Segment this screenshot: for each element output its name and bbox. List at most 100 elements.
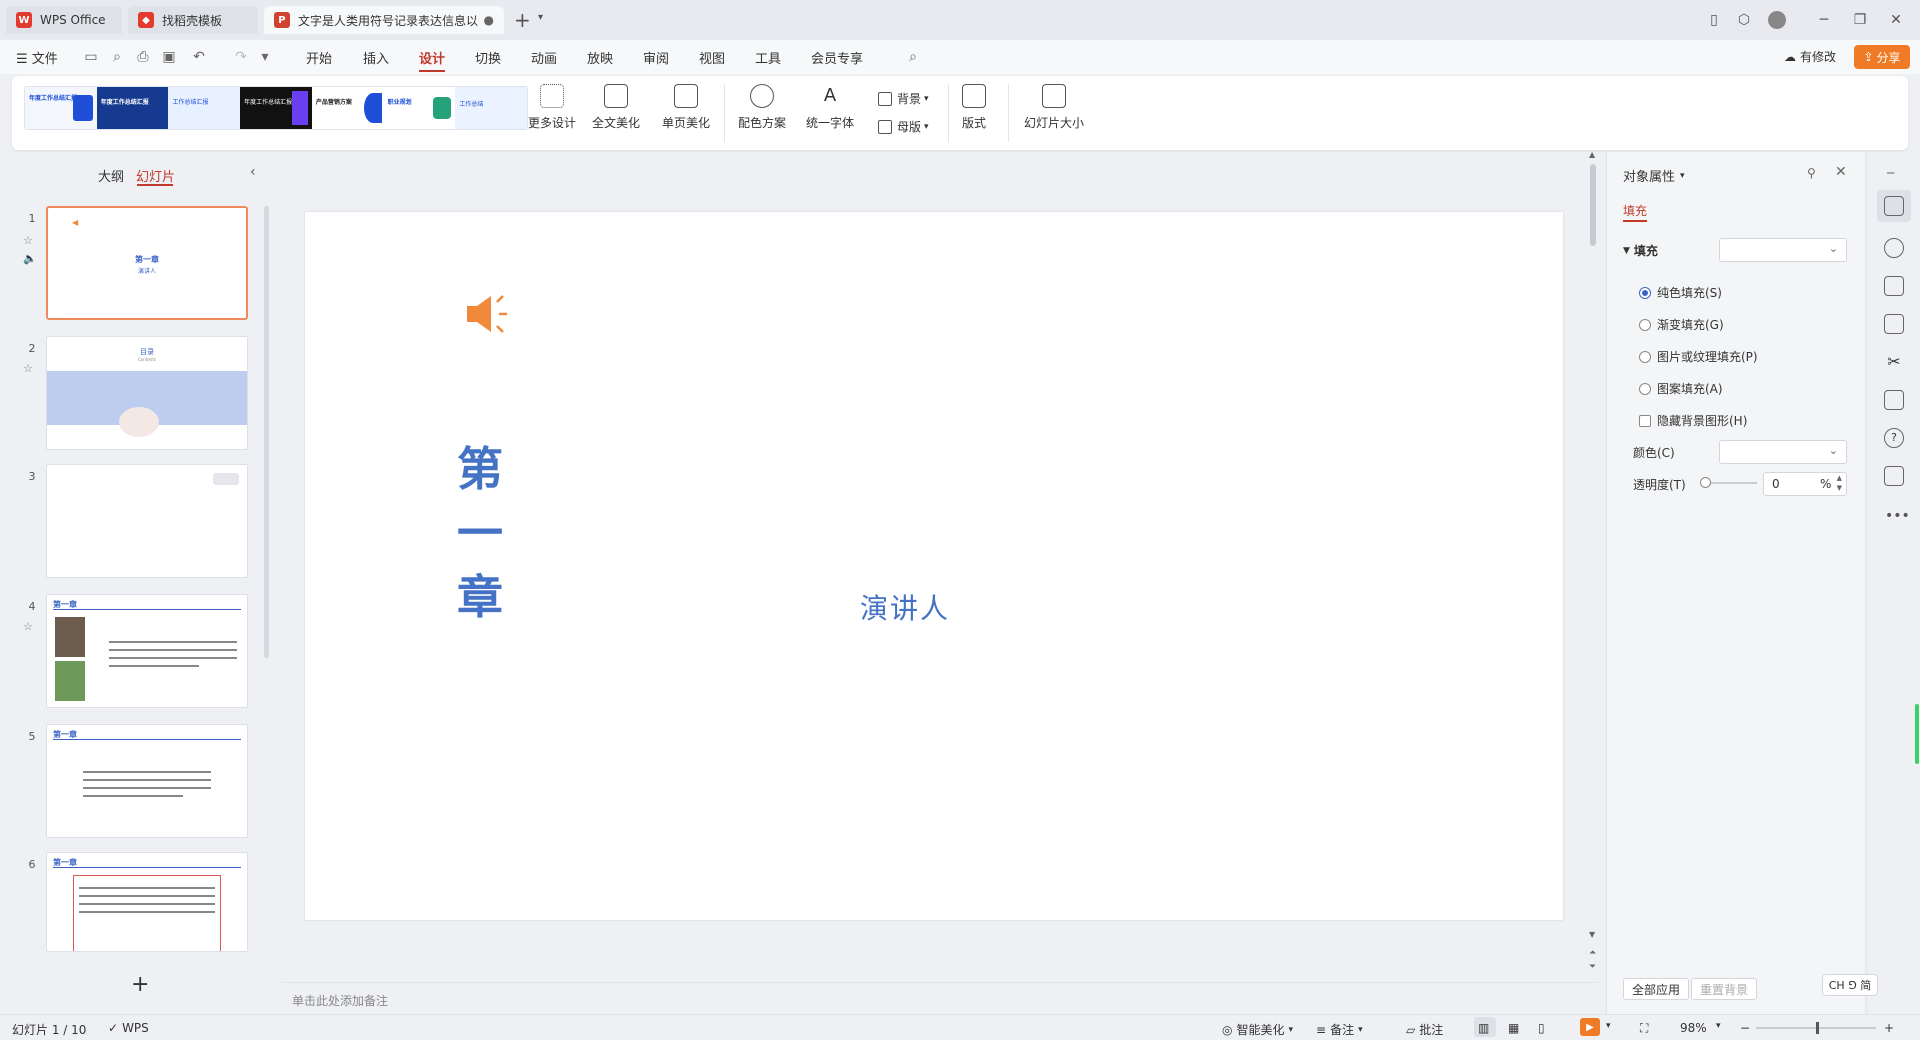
slide-title[interactable]: 第一章 <box>435 437 525 629</box>
new-tab-button[interactable]: + <box>514 8 531 32</box>
prev-slide-icon[interactable]: ⏶ <box>1589 948 1596 958</box>
unify-font-button[interactable]: A 统一字体 <box>806 84 854 131</box>
smart-beautify-button[interactable]: ◎ 智能美化 ▾ <box>1222 1021 1293 1038</box>
layout-icon[interactable]: ▯ <box>1704 10 1724 30</box>
star-icon[interactable]: ☆ <box>23 620 33 633</box>
menu-tools[interactable]: 工具 <box>755 48 781 67</box>
transparency-input[interactable]: 0 % ▲ ▼ <box>1763 472 1847 496</box>
notes-button[interactable]: ≡ 备注 ▾ <box>1316 1021 1363 1038</box>
panel-scrollbar[interactable] <box>264 206 269 658</box>
close-icon[interactable]: ✕ <box>1835 164 1847 180</box>
master-button[interactable]: 母版 ▾ <box>878 118 929 135</box>
collapse-panel-icon[interactable]: ‹ <box>250 164 256 180</box>
slide-thumbnail-2[interactable]: 目录 Contents <box>46 336 248 450</box>
more-chevron-icon[interactable]: ▾ <box>256 48 274 66</box>
ime-indicator[interactable]: CH ⅁ 简 <box>1822 974 1878 996</box>
background-button[interactable]: 背景 ▾ <box>878 90 929 107</box>
color-scheme-button[interactable]: 配色方案 <box>738 84 786 131</box>
radio-button[interactable] <box>1639 318 1651 331</box>
normal-view-icon[interactable]: ▥ <box>1478 1021 1489 1035</box>
slide-thumbnail-1[interactable]: ◀ 第一章 演讲人 <box>46 206 248 320</box>
more-design-button[interactable]: 更多设计 <box>528 84 576 131</box>
slideshow-chevron-icon[interactable]: ▾ <box>1606 1021 1611 1031</box>
template-thumb[interactable]: 产品营销方案 <box>311 87 384 129</box>
zoom-chevron-icon[interactable]: ▾ <box>1716 1021 1721 1031</box>
current-slide[interactable]: 第一章 演讲人 <box>305 212 1563 920</box>
transparency-slider-handle[interactable] <box>1700 477 1711 488</box>
star-animation-icon[interactable] <box>1884 238 1904 258</box>
menu-insert[interactable]: 插入 <box>363 48 389 67</box>
comments-button[interactable]: ▱ 批注 <box>1406 1021 1443 1038</box>
menu-design[interactable]: 设计 <box>419 48 445 67</box>
zoom-out-icon[interactable]: − <box>1740 1021 1750 1035</box>
tab-list-chevron-icon[interactable]: ▾ <box>538 12 543 23</box>
menu-transitions[interactable]: 切换 <box>475 48 501 67</box>
fill-type-dropdown[interactable]: ⌄ <box>1719 238 1847 262</box>
zoom-slider-handle[interactable] <box>1816 1022 1819 1034</box>
radio-button[interactable] <box>1639 286 1651 299</box>
scroll-up-icon[interactable]: ▲ <box>1589 150 1595 159</box>
star-icon[interactable]: ☆ <box>23 234 33 247</box>
radio-button[interactable] <box>1639 350 1651 363</box>
tab-slides[interactable]: 幻灯片 <box>136 166 175 185</box>
template-thumb[interactable]: 职业规划 <box>383 87 456 129</box>
radio-pattern-fill[interactable]: 图案填充(A) <box>1639 380 1723 397</box>
slide-thumbnail-4[interactable]: 第一章 <box>46 594 248 708</box>
canvas-scrollbar[interactable] <box>1590 164 1596 246</box>
collapse-toolbar-icon[interactable]: ─ <box>1887 166 1894 180</box>
restore-icon[interactable]: ❐ <box>1850 10 1870 30</box>
slide-subtitle[interactable]: 演讲人 <box>860 587 950 627</box>
template-thumb[interactable]: 年度工作总结汇报 <box>25 87 97 129</box>
spinner-icon[interactable]: ▲ ▼ <box>1837 473 1842 493</box>
cube-icon[interactable]: ⬡ <box>1734 10 1754 30</box>
tab-close-dot-icon[interactable]: ● <box>484 13 494 27</box>
tab-outline[interactable]: 大纲 <box>98 166 124 185</box>
transition-icon[interactable] <box>1884 276 1904 296</box>
radio-picture-fill[interactable]: 图片或纹理填充(P) <box>1639 348 1758 365</box>
zoom-in-icon[interactable]: + <box>1884 1021 1894 1035</box>
print-icon[interactable]: ⎙ <box>134 48 152 66</box>
tools-icon[interactable]: ✂ <box>1884 352 1904 372</box>
notes-placeholder[interactable]: 单击此处添加备注 <box>292 992 388 1009</box>
radio-solid-fill[interactable]: 纯色填充(S) <box>1639 284 1722 301</box>
speaker-icon[interactable] <box>465 292 513 336</box>
shape-tool-icon[interactable] <box>1884 466 1904 486</box>
color-dropdown[interactable]: ⌄ <box>1719 440 1847 464</box>
template-thumb[interactable]: 年度工作总结汇报 <box>240 87 312 129</box>
scroll-down-icon[interactable]: ▼ <box>1589 930 1595 939</box>
add-slide-button[interactable]: + <box>131 972 149 997</box>
more-icon[interactable]: ••• <box>1885 508 1910 524</box>
file-menu[interactable]: ☰ 文件 <box>16 48 58 67</box>
menu-member[interactable]: 会员专享 <box>811 48 863 67</box>
fill-section-header[interactable]: ▼ 填充 <box>1623 242 1658 259</box>
pane-title[interactable]: 对象属性 ▾ <box>1623 166 1685 185</box>
notes-pane[interactable]: 单击此处添加备注 <box>282 982 1598 1014</box>
undo-icon[interactable]: ↶ <box>190 48 208 66</box>
hide-background-checkbox[interactable]: 隐藏背景图形(H) <box>1639 412 1747 429</box>
radio-gradient-fill[interactable]: 渐变填充(G) <box>1639 316 1724 333</box>
menu-view[interactable]: 视图 <box>699 48 725 67</box>
menu-home[interactable]: 开始 <box>306 48 332 67</box>
redo-icon[interactable]: ↷ <box>232 48 250 66</box>
template-thumb[interactable]: 年度工作总结汇报 <box>96 87 169 129</box>
menu-animations[interactable]: 动画 <box>531 48 557 67</box>
book-icon[interactable] <box>1884 390 1904 410</box>
slide-thumbnail-3[interactable] <box>46 464 248 578</box>
save-icon[interactable]: ▭ <box>82 48 100 66</box>
slide-sorter-icon[interactable]: ▦ <box>1508 1021 1519 1035</box>
star-icon[interactable]: ☆ <box>23 362 33 375</box>
transparency-slider-track[interactable] <box>1703 482 1757 484</box>
image-tool-icon[interactable] <box>1884 314 1904 334</box>
next-slide-icon[interactable]: ⏷ <box>1589 962 1596 972</box>
layout-button[interactable]: 版式 <box>962 84 986 131</box>
menu-slideshow[interactable]: 放映 <box>587 48 613 67</box>
beautify-page-button[interactable]: 单页美化 <box>662 84 710 131</box>
slide-thumbnail-5[interactable]: 第一章 <box>46 724 248 838</box>
print-preview-icon[interactable]: ▣ <box>160 48 178 66</box>
help-icon[interactable]: ? <box>1884 428 1904 448</box>
play-slideshow-icon[interactable]: ▶ <box>1580 1018 1600 1036</box>
wps-account[interactable]: ✓ WPS <box>108 1021 149 1035</box>
apply-all-button[interactable]: 全部应用 <box>1623 978 1690 1000</box>
zoom-level[interactable]: 98% <box>1680 1021 1707 1035</box>
tab-document[interactable]: P 文字是人类用符号记录表达信息以 ● <box>264 6 504 34</box>
